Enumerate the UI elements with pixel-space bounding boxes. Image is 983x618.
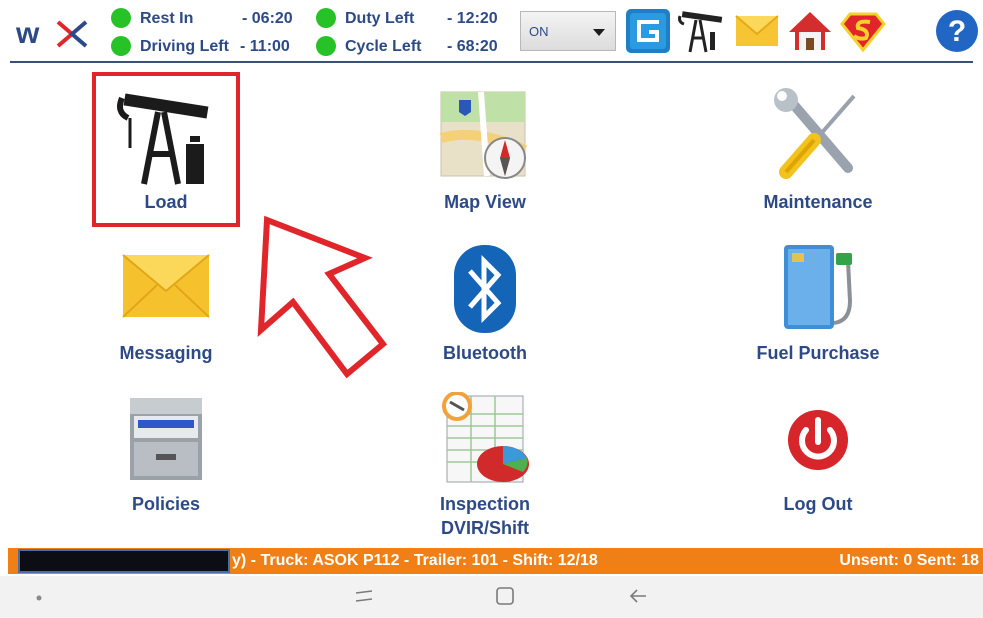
duty-left-indicator xyxy=(316,8,336,28)
load-highlight-box xyxy=(92,72,240,227)
inspection-chart-icon xyxy=(442,392,529,483)
home-button-icon[interactable] xyxy=(493,584,517,608)
messaging-label: Messaging xyxy=(119,343,213,363)
pointer-arrow-annotation xyxy=(257,215,388,379)
back-icon[interactable] xyxy=(626,584,650,608)
power-icon xyxy=(788,410,848,470)
log-out-tile[interactable]: Log Out xyxy=(718,392,918,542)
redacted-driver-name xyxy=(18,549,230,573)
filing-cabinet-icon xyxy=(130,398,202,480)
pumpjack-icon[interactable] xyxy=(678,8,724,54)
cycle-left-value: - 68:20 xyxy=(447,38,498,55)
map-view-label: Map View xyxy=(444,192,526,212)
truck-trailer-shift-info: y) - Truck: ASOK P112 - Trailer: 101 - S… xyxy=(232,552,598,569)
bluetooth-label: Bluetooth xyxy=(443,343,527,363)
log-out-label: Log Out xyxy=(783,494,853,514)
maintenance-tile[interactable]: Maintenance xyxy=(718,82,918,232)
home-icon[interactable] xyxy=(787,8,833,54)
nav-dot-icon xyxy=(36,595,42,601)
trip-status-bar: y) - Truck: ASOK P112 - Trailer: 101 - S… xyxy=(8,548,983,574)
envelope-icon xyxy=(122,254,210,318)
envelope-icon[interactable] xyxy=(734,8,780,54)
fuel-purchase-tile[interactable]: Fuel Purchase xyxy=(718,241,918,391)
inspection-tile[interactable]: Inspection DVIR/Shift xyxy=(385,392,585,542)
bluetooth-icon xyxy=(454,245,516,333)
wx-logo: w xyxy=(16,17,88,50)
g-app-icon[interactable] xyxy=(625,8,671,54)
fuel-card-icon xyxy=(784,245,853,329)
map-icon xyxy=(439,91,528,179)
duty-left-value: - 12:20 xyxy=(447,10,498,27)
maintenance-label: Maintenance xyxy=(763,192,873,212)
android-nav-bar xyxy=(0,576,983,618)
svg-text:w: w xyxy=(16,17,40,50)
help-icon[interactable]: ? xyxy=(934,8,980,54)
duty-status-value: ON xyxy=(529,24,549,39)
policies-tile[interactable]: Policies xyxy=(66,392,266,542)
superman-icon[interactable] xyxy=(840,8,886,54)
cycle-left-indicator xyxy=(316,36,336,56)
fuel-purchase-label: Fuel Purchase xyxy=(756,343,880,363)
wrench-screwdriver-icon xyxy=(774,88,856,179)
message-counts: Unsent: 0 Sent: 18 xyxy=(839,552,979,569)
cycle-left-label: Cycle Left xyxy=(345,38,422,55)
map-view-tile[interactable]: Map View xyxy=(385,82,585,232)
chevron-down-icon xyxy=(593,29,605,36)
recents-icon[interactable] xyxy=(352,584,376,608)
rest-in-indicator xyxy=(111,8,131,28)
driving-left-indicator xyxy=(111,36,131,56)
header-divider xyxy=(10,61,973,63)
driving-left-value: - 11:00 xyxy=(240,38,290,55)
inspection-label-line2: DVIR/Shift xyxy=(441,518,529,538)
policies-label: Policies xyxy=(131,494,201,514)
driving-left-label: Driving Left xyxy=(140,38,229,55)
top-bar: w Rest In - 06:20 Driving Left - 11:00 D… xyxy=(0,0,983,62)
messaging-tile[interactable]: Messaging xyxy=(66,241,266,391)
svg-text:?: ? xyxy=(948,15,966,48)
rest-in-label: Rest In xyxy=(140,10,194,27)
rest-in-value: - 06:20 xyxy=(242,10,293,27)
duty-status-select[interactable]: ON xyxy=(520,11,616,51)
inspection-label-line1: Inspection xyxy=(439,494,530,514)
duty-left-label: Duty Left xyxy=(345,10,415,27)
bluetooth-tile[interactable]: Bluetooth xyxy=(385,241,585,391)
